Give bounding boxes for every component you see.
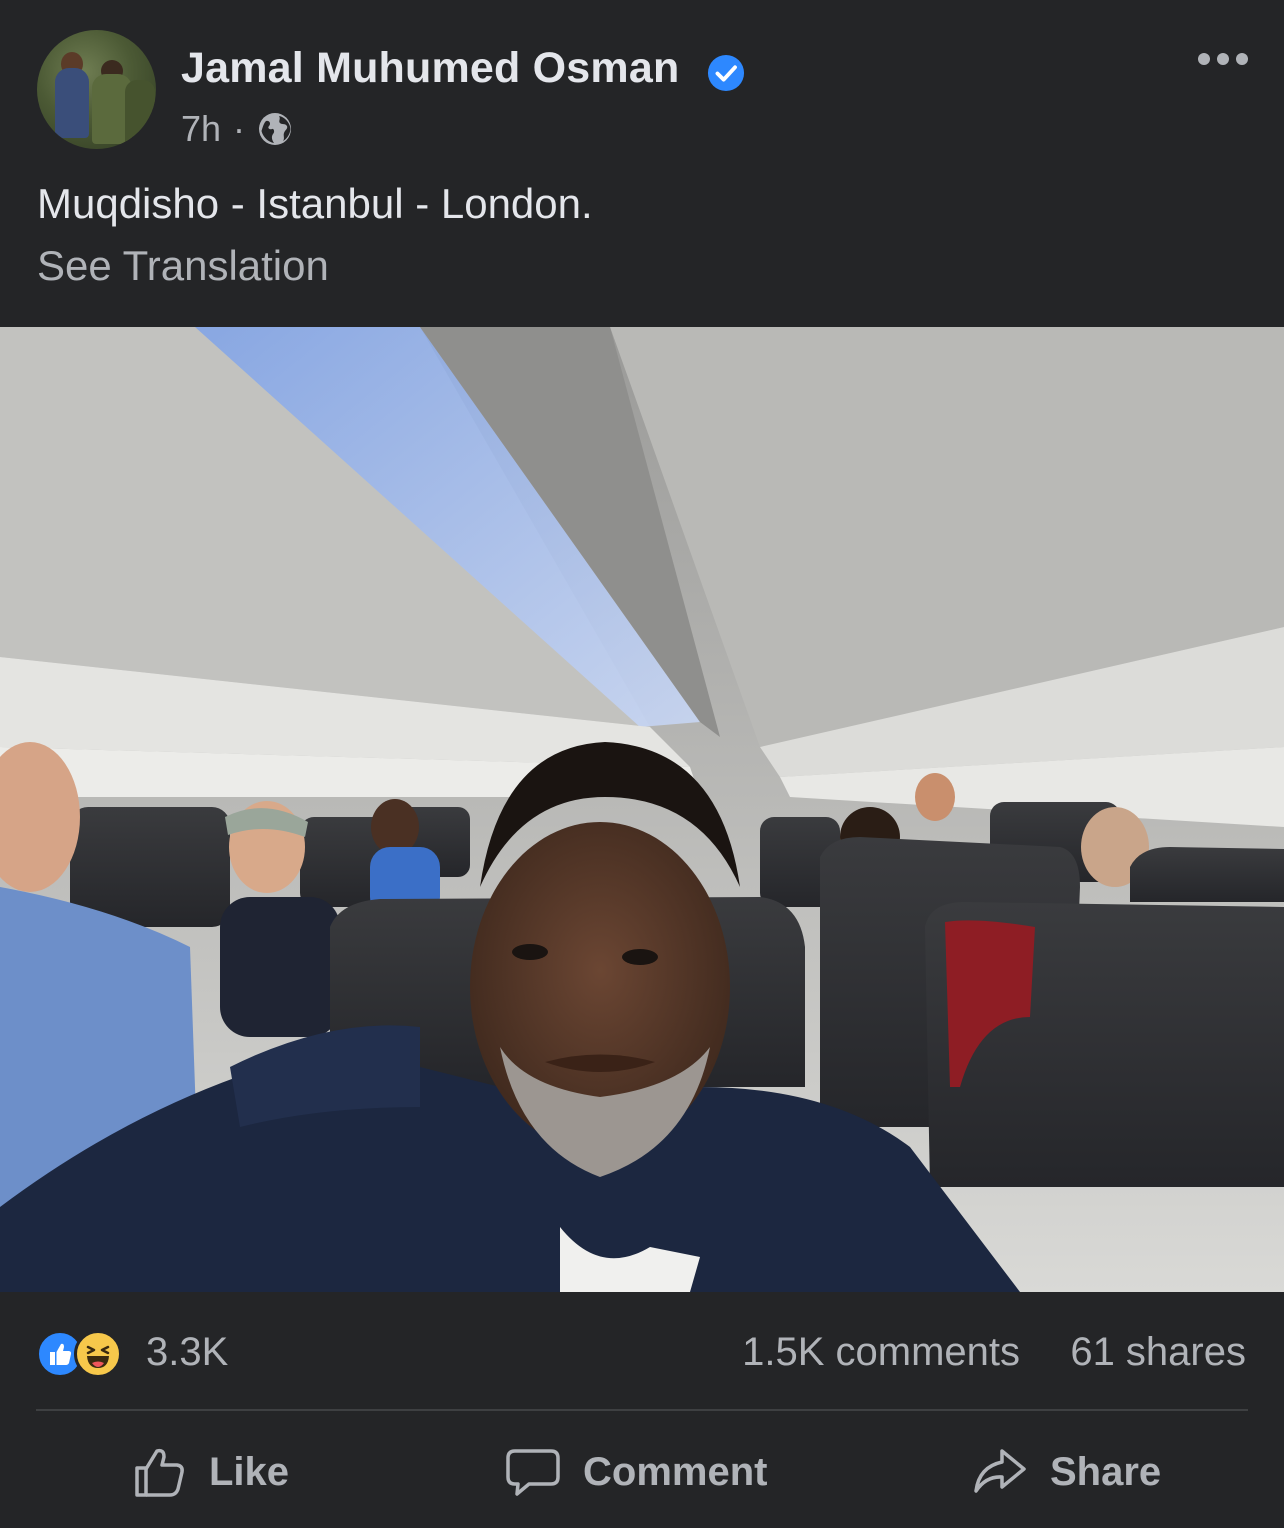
like-button[interactable]: Like bbox=[133, 1440, 289, 1504]
comment-bubble-icon bbox=[506, 1449, 560, 1496]
post-text: Muqdisho - Istanbul - London. bbox=[37, 180, 593, 227]
like-label: Like bbox=[209, 1449, 290, 1494]
divider bbox=[36, 1409, 1248, 1411]
globe-icon[interactable] bbox=[257, 111, 293, 147]
comments-count[interactable]: 1.5K comments bbox=[742, 1330, 1020, 1375]
comment-label: Comment bbox=[583, 1449, 768, 1494]
share-button[interactable]: Share bbox=[972, 1440, 1161, 1504]
shares-count[interactable]: 61 shares bbox=[1070, 1330, 1246, 1375]
see-translation-link[interactable]: See Translation bbox=[37, 242, 329, 290]
meta-separator: · bbox=[233, 108, 246, 149]
haha-reaction-icon bbox=[74, 1330, 122, 1378]
share-label: Share bbox=[1050, 1449, 1162, 1494]
post-meta: 7h · bbox=[181, 108, 293, 150]
reaction-icons[interactable] bbox=[36, 1330, 136, 1378]
share-arrow-icon bbox=[974, 1449, 1026, 1493]
airplane-cabin-selfie-image bbox=[0, 327, 1284, 1292]
author-avatar[interactable] bbox=[37, 30, 156, 149]
comment-button[interactable]: Comment bbox=[505, 1440, 767, 1504]
reaction-count[interactable]: 3.3K bbox=[146, 1330, 228, 1375]
verified-badge-icon bbox=[707, 54, 745, 92]
author-name[interactable]: Jamal Muhumed Osman bbox=[181, 44, 679, 93]
thumbs-up-icon bbox=[135, 1448, 184, 1497]
more-options-icon[interactable] bbox=[1198, 46, 1248, 72]
post-photo[interactable] bbox=[0, 327, 1284, 1292]
post-timestamp[interactable]: 7h bbox=[181, 108, 221, 150]
facebook-post: Jamal Muhumed Osman 7h · Muqdisho - Ista… bbox=[0, 0, 1284, 1528]
